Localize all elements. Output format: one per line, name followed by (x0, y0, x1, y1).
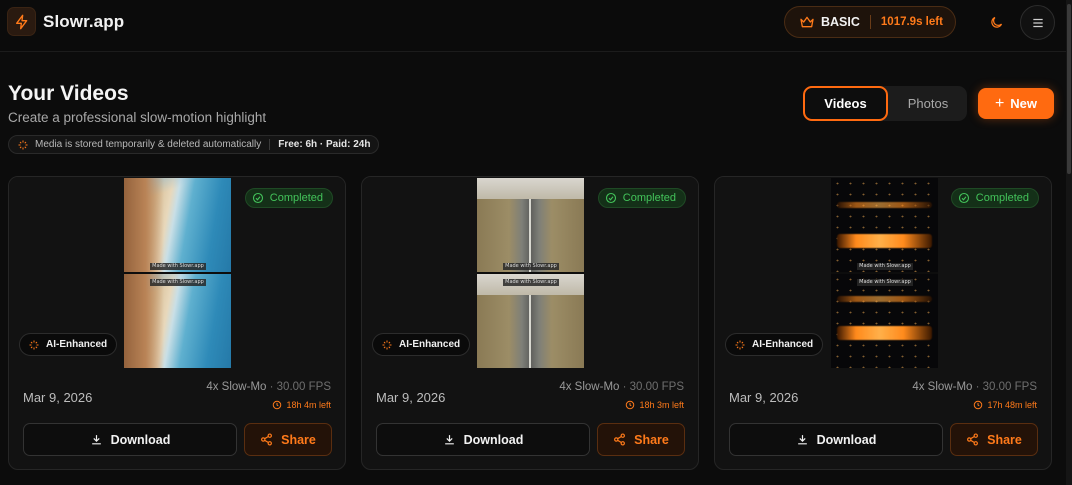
video-card[interactable]: Made with Slowr.app Made with Slowr.app … (714, 176, 1052, 470)
ai-enhanced-badge: AI-Enhanced (19, 333, 118, 356)
share-button[interactable]: Share (597, 423, 685, 456)
video-card[interactable]: Made with Slowr.app Made with Slowr.app … (361, 176, 699, 470)
badge-text: AI-Enhanced (46, 339, 108, 350)
check-circle-icon (252, 192, 264, 204)
plan-badge[interactable]: BASIC 1017.9s left (784, 6, 956, 38)
sparkle-icon (734, 339, 746, 351)
video-date: Mar 9, 2026 (376, 390, 446, 405)
download-icon (796, 433, 809, 446)
video-speed: 4x Slow-Mo (206, 381, 267, 393)
plan-time-left: 1017.9s left (880, 16, 943, 28)
clock-icon (272, 400, 282, 410)
share-icon (260, 433, 273, 446)
download-button[interactable]: Download (23, 423, 237, 456)
scrollbar[interactable] (1066, 0, 1072, 485)
expiry-label: 18h 4m left (272, 400, 331, 410)
sparkle-icon (381, 339, 393, 351)
video-speed: 4x Slow-Mo (912, 381, 973, 393)
app-name[interactable]: Slowr.app (43, 12, 124, 32)
check-circle-icon (605, 192, 617, 204)
share-label: Share (634, 432, 669, 447)
expiry-text: 18h 3m left (639, 400, 684, 410)
status-text: Completed (975, 192, 1029, 204)
status-badge: Completed (950, 188, 1039, 208)
new-button-label: New (1010, 96, 1038, 111)
ai-enhanced-badge: AI-Enhanced (725, 333, 824, 356)
download-icon (90, 433, 103, 446)
expiry-text: 17h 48m left (987, 400, 1037, 410)
share-button[interactable]: Share (950, 423, 1038, 456)
watermark: Made with Slowr.app (857, 263, 913, 270)
clock-icon (625, 400, 635, 410)
share-button[interactable]: Share (244, 423, 332, 456)
sparkle-icon (28, 339, 40, 351)
video-thumbnail[interactable]: Made with Slowr.app Made with Slowr.app … (715, 177, 1051, 369)
tab-photos[interactable]: Photos (889, 86, 967, 121)
video-card[interactable]: Made with Slowr.app Made with Slowr.app … (8, 176, 346, 470)
video-date: Mar 9, 2026 (729, 390, 799, 405)
video-thumbnail[interactable]: Made with Slowr.app Made with Slowr.app … (9, 177, 345, 369)
moon-icon (989, 15, 1004, 30)
video-fps: 30.00 FPS (982, 381, 1037, 393)
video-meta: 4x Slow-Mo · 30.00 FPS (559, 381, 684, 393)
notice-divider (269, 139, 271, 150)
media-type-toggle: Videos Photos (803, 86, 967, 121)
plus-icon: + (994, 94, 1005, 112)
video-fps: 30.00 FPS (629, 381, 684, 393)
share-label: Share (987, 432, 1022, 447)
plan-divider (869, 15, 871, 29)
top-bar: Slowr.app BASIC 1017.9s left (0, 0, 1072, 52)
clock-icon (973, 400, 983, 410)
scrollbar-thumb[interactable] (1067, 4, 1071, 174)
share-label: Share (281, 432, 316, 447)
share-icon (613, 433, 626, 446)
crown-icon (799, 14, 815, 30)
storage-notice: Media is stored temporarily & deleted au… (8, 135, 380, 154)
video-speed: 4x Slow-Mo (559, 381, 620, 393)
video-meta: 4x Slow-Mo · 30.00 FPS (912, 381, 1037, 393)
download-label: Download (463, 432, 524, 447)
video-thumbnail[interactable]: Made with Slowr.app Made with Slowr.app … (362, 177, 698, 369)
watermark: Made with Slowr.app (503, 279, 559, 286)
menu-button[interactable] (1020, 5, 1055, 40)
theme-toggle-button[interactable] (984, 10, 1008, 34)
video-fps: 30.00 FPS (276, 381, 331, 393)
watermark: Made with Slowr.app (503, 263, 559, 270)
expiry-label: 18h 3m left (625, 400, 684, 410)
plan-name: BASIC (821, 15, 860, 29)
share-icon (966, 433, 979, 446)
retention-text: Free: 6h · Paid: 24h (278, 139, 371, 150)
badge-text: AI-Enhanced (752, 339, 814, 350)
watermark: Made with Slowr.app (150, 279, 206, 286)
ai-enhanced-badge: AI-Enhanced (372, 333, 471, 356)
thumbnail-image: Made with Slowr.app Made with Slowr.app (831, 178, 938, 368)
page-subtitle: Create a professional slow-motion highli… (8, 110, 267, 125)
download-icon (443, 433, 456, 446)
status-text: Completed (622, 192, 676, 204)
sparkle-icon (17, 139, 29, 151)
status-text: Completed (269, 192, 323, 204)
video-date: Mar 9, 2026 (23, 390, 93, 405)
watermark: Made with Slowr.app (857, 279, 913, 286)
download-button[interactable]: Download (729, 423, 943, 456)
expiry-label: 17h 48m left (973, 400, 1037, 410)
status-badge: Completed (597, 188, 686, 208)
check-circle-icon (958, 192, 970, 204)
download-label: Download (816, 432, 877, 447)
download-label: Download (110, 432, 171, 447)
download-button[interactable]: Download (376, 423, 590, 456)
tab-videos[interactable]: Videos (803, 86, 888, 121)
thumbnail-image: Made with Slowr.app Made with Slowr.app (124, 178, 231, 368)
notice-text: Media is stored temporarily & deleted au… (35, 139, 262, 150)
video-meta: 4x Slow-Mo · 30.00 FPS (206, 381, 331, 393)
page-title: Your Videos (8, 82, 129, 105)
thumbnail-image: Made with Slowr.app Made with Slowr.app (477, 178, 584, 368)
status-badge: Completed (244, 188, 333, 208)
hamburger-icon (1031, 16, 1045, 30)
badge-text: AI-Enhanced (399, 339, 461, 350)
logo-icon[interactable] (7, 7, 36, 36)
watermark: Made with Slowr.app (150, 263, 206, 270)
new-button[interactable]: + New (978, 88, 1054, 119)
expiry-text: 18h 4m left (286, 400, 331, 410)
